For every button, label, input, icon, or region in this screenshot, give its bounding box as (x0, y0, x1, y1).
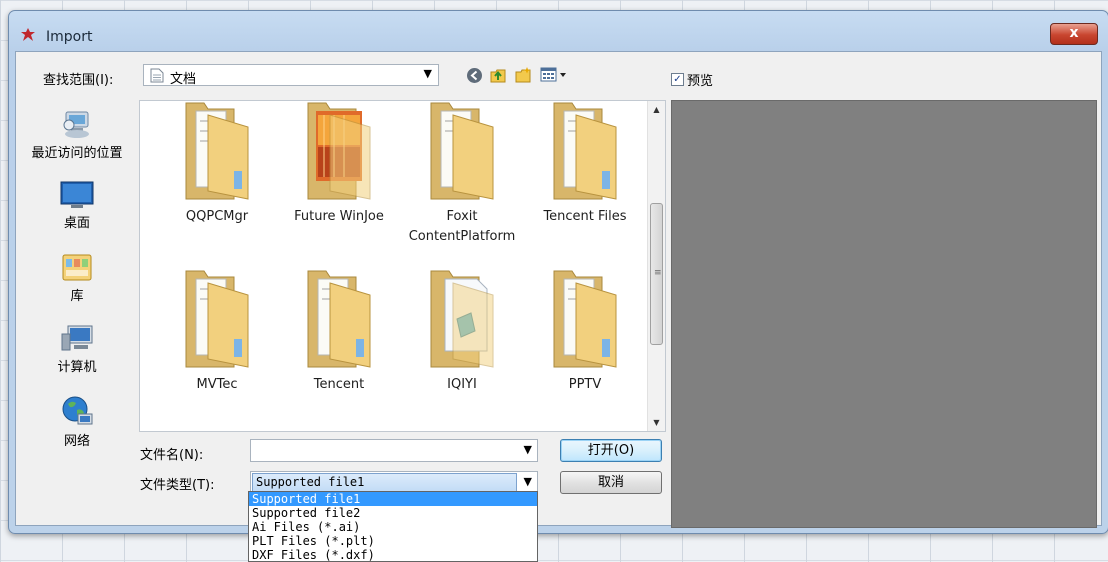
file-item-folder[interactable]: QQPCMgr (157, 101, 277, 227)
dialog-body: 查找范围(I): 文档 ▼ ✓ 预览 最近访问的位置 桌面 库 计算机 网络 Q… (15, 51, 1102, 528)
chevron-down-icon[interactable]: ▼ (424, 67, 432, 80)
file-name: PPTV (568, 377, 602, 392)
file-type-value: Supported file1 (252, 473, 517, 492)
network-icon (62, 396, 93, 425)
file-name: Future WinJoe (294, 209, 384, 224)
file-item-folder[interactable]: MVTec (157, 269, 277, 395)
view-menu-icon (540, 67, 566, 82)
look-in-value: 文档 (170, 72, 197, 87)
scrollbar-thumb[interactable]: ≡ (650, 203, 663, 345)
file-type-option[interactable]: PLT Files (*.plt) (249, 534, 537, 548)
recent-places-icon (63, 111, 89, 138)
folder-icon (185, 102, 249, 200)
image-folder-icon (307, 102, 371, 200)
cancel-button[interactable]: 取消 (560, 471, 662, 494)
file-list[interactable]: QQPCMgr Future WinJoe Foxit ContentPlatf… (139, 100, 666, 432)
file-type-option[interactable]: Ai Files (*.ai) (249, 520, 537, 534)
new-folder-icon (515, 67, 531, 83)
folder-icon (553, 102, 617, 200)
up-folder-button[interactable] (488, 65, 508, 85)
file-item-folder[interactable]: Foxit ContentPlatform (402, 101, 522, 247)
close-icon: x (1069, 25, 1079, 41)
checkbox-checked-icon[interactable]: ✓ (671, 73, 684, 86)
folder-icon (185, 270, 249, 368)
place-label: 网络 (63, 434, 90, 449)
look-in-label: 查找范围(I): (43, 73, 114, 88)
file-item-folder[interactable]: IQIYI (402, 269, 522, 395)
folder-icon (553, 270, 617, 368)
place-label: 桌面 (63, 216, 90, 231)
place-label: 库 (70, 289, 84, 304)
scroll-down-arrow-icon[interactable]: ▼ (648, 418, 665, 427)
import-dialog: Import x 查找范围(I): 文档 ▼ ✓ 预览 最近访问的位置 桌面 库… (8, 10, 1108, 534)
folder-icon (430, 102, 494, 200)
file-type-option[interactable]: Supported file1 (249, 492, 537, 506)
file-type-dropdown-list[interactable]: Supported file1 Supported file2 Ai Files… (248, 491, 538, 562)
file-name: IQIYI (447, 377, 477, 392)
title-bar[interactable]: Import x (9, 11, 1108, 51)
app-logo-icon (21, 28, 35, 41)
file-name: QQPCMgr (185, 209, 249, 224)
scroll-up-arrow-icon[interactable]: ▲ (648, 105, 665, 114)
folder-icon (307, 270, 371, 368)
grip-icon: ≡ (654, 268, 662, 278)
file-name-input[interactable]: ▼ (250, 439, 538, 462)
vertical-scrollbar[interactable]: ▲ ≡ ▼ (647, 101, 665, 431)
preview-label: 预览 (687, 74, 714, 89)
chevron-down-icon[interactable]: ▼ (524, 443, 532, 456)
close-button[interactable]: x (1050, 23, 1098, 45)
look-in-combo[interactable]: 文档 ▼ (143, 64, 439, 87)
back-button[interactable] (464, 65, 484, 85)
libraries-icon (62, 254, 92, 281)
place-computer[interactable]: 计算机 (16, 324, 138, 375)
place-recent[interactable]: 最近访问的位置 (16, 108, 138, 161)
file-type-label: 文件类型(T): (140, 478, 215, 493)
file-item-folder[interactable]: PPTV (525, 269, 645, 395)
chevron-down-icon[interactable]: ▼ (524, 475, 532, 488)
open-button[interactable]: 打开(O) (560, 439, 662, 462)
file-folder-icon (430, 270, 494, 368)
place-network[interactable]: 网络 (16, 394, 138, 449)
place-desktop[interactable]: 桌面 (16, 180, 138, 231)
file-name: Tencent (313, 377, 365, 392)
place-label: 计算机 (57, 360, 97, 375)
file-name: Foxit ContentPlatform (408, 209, 516, 244)
documents-icon (150, 68, 164, 83)
preview-pane (671, 100, 1097, 528)
desktop-icon (60, 181, 94, 208)
back-icon (466, 67, 482, 83)
file-item-folder[interactable]: Future WinJoe (279, 101, 399, 227)
window-title: Import (46, 29, 93, 45)
place-label: 最近访问的位置 (31, 146, 123, 161)
file-name: Tencent Files (543, 209, 627, 224)
file-item-folder[interactable]: Tencent (279, 269, 399, 395)
file-type-option[interactable]: Supported file2 (249, 506, 537, 520)
view-menu-button[interactable] (539, 65, 571, 85)
new-folder-button[interactable] (513, 65, 533, 85)
computer-icon (61, 325, 93, 351)
preview-checkbox[interactable]: ✓ 预览 (671, 70, 713, 89)
file-name-label: 文件名(N): (140, 448, 204, 463)
file-name: MVTec (196, 377, 238, 392)
file-item-folder[interactable]: Tencent Files (525, 101, 645, 227)
up-folder-icon (490, 69, 506, 83)
place-libraries[interactable]: 库 (16, 251, 138, 304)
